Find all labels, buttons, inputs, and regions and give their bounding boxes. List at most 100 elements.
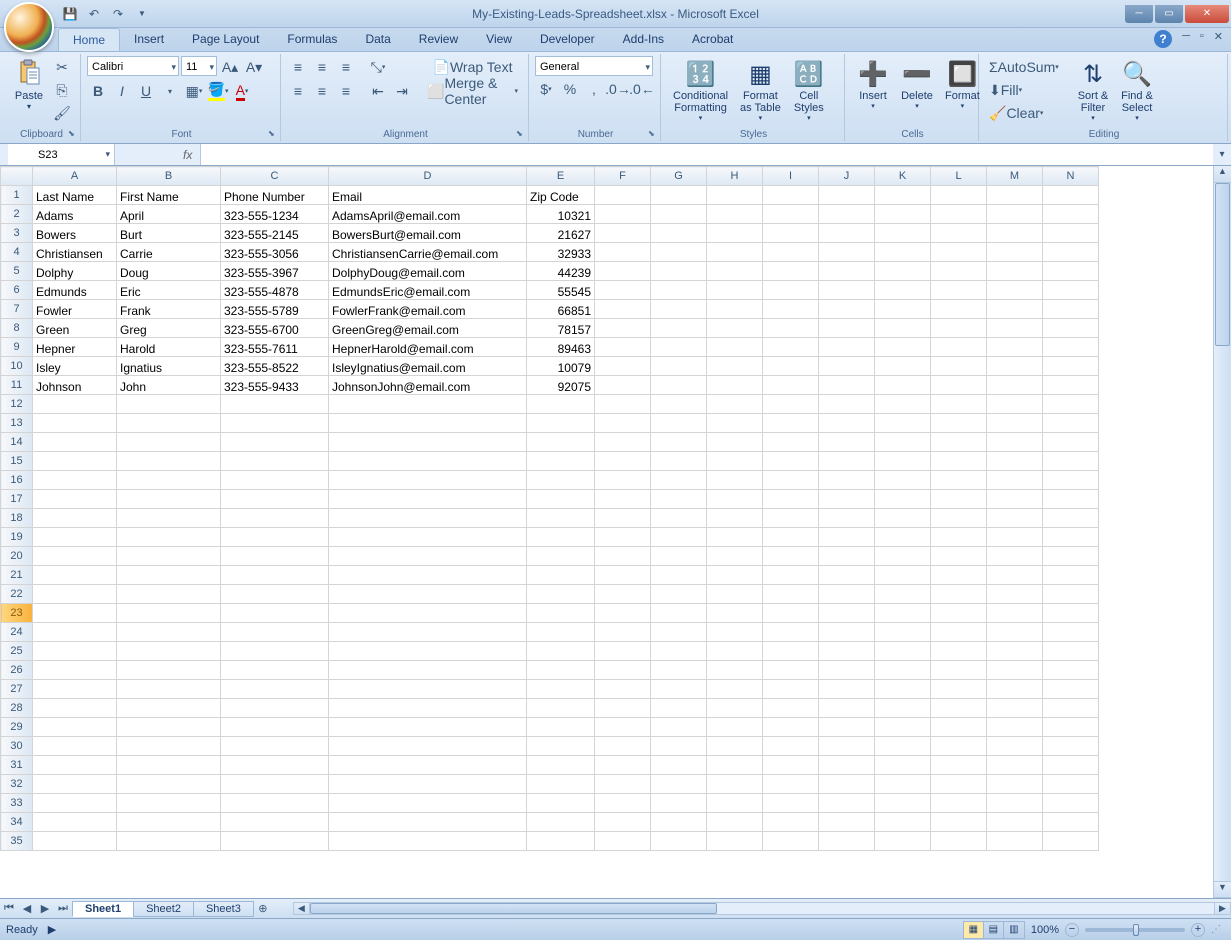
cell-G13[interactable] [651,414,707,433]
cell-G26[interactable] [651,661,707,680]
cell-L25[interactable] [931,642,987,661]
cell-E17[interactable] [527,490,595,509]
cell-E18[interactable] [527,509,595,528]
cell-L23[interactable] [931,604,987,623]
cell-J26[interactable] [819,661,875,680]
cell-A4[interactable]: Christiansen [33,243,117,262]
cell-H22[interactable] [707,585,763,604]
cell-M26[interactable] [987,661,1043,680]
cell-N29[interactable] [1043,718,1099,737]
cell-G20[interactable] [651,547,707,566]
cell-G27[interactable] [651,680,707,699]
row-header-29[interactable]: 29 [1,718,33,737]
number-format-combo[interactable]: General [535,56,653,76]
underline-dropdown-icon[interactable]: ▾ [159,80,181,102]
copy-icon[interactable]: ⎘ [51,79,73,101]
cell-I9[interactable] [763,338,819,357]
increase-decimal-icon[interactable]: .0→ [607,78,629,100]
cell-G6[interactable] [651,281,707,300]
cell-J17[interactable] [819,490,875,509]
cell-N17[interactable] [1043,490,1099,509]
cell-F23[interactable] [595,604,651,623]
cell-E21[interactable] [527,566,595,585]
scroll-left-icon[interactable]: ◀ [293,902,310,915]
row-header-16[interactable]: 16 [1,471,33,490]
cell-C34[interactable] [221,813,329,832]
cell-K12[interactable] [875,395,931,414]
cell-M17[interactable] [987,490,1043,509]
cell-A16[interactable] [33,471,117,490]
cell-K6[interactable] [875,281,931,300]
cell-L35[interactable] [931,832,987,851]
cell-D19[interactable] [329,528,527,547]
cell-K26[interactable] [875,661,931,680]
cell-E27[interactable] [527,680,595,699]
row-header-5[interactable]: 5 [1,262,33,281]
cell-L16[interactable] [931,471,987,490]
cell-I6[interactable] [763,281,819,300]
cell-B9[interactable]: Harold [117,338,221,357]
cell-I11[interactable] [763,376,819,395]
row-header-2[interactable]: 2 [1,205,33,224]
cell-C11[interactable]: 323-555-9433 [221,376,329,395]
cell-C18[interactable] [221,509,329,528]
cell-D25[interactable] [329,642,527,661]
cell-K11[interactable] [875,376,931,395]
cell-A2[interactable]: Adams [33,205,117,224]
cell-J14[interactable] [819,433,875,452]
cell-L7[interactable] [931,300,987,319]
cell-E6[interactable]: 55545 [527,281,595,300]
close-button[interactable]: ✕ [1185,5,1229,23]
cell-H34[interactable] [707,813,763,832]
cell-E9[interactable]: 89463 [527,338,595,357]
cell-F9[interactable] [595,338,651,357]
cell-D7[interactable]: FowlerFrank@email.com [329,300,527,319]
row-header-28[interactable]: 28 [1,699,33,718]
cell-C8[interactable]: 323-555-6700 [221,319,329,338]
cell-K25[interactable] [875,642,931,661]
cell-N24[interactable] [1043,623,1099,642]
cell-G29[interactable] [651,718,707,737]
col-header-J[interactable]: J [819,167,875,186]
cell-M5[interactable] [987,262,1043,281]
row-header-11[interactable]: 11 [1,376,33,395]
tab-home[interactable]: Home [58,28,120,51]
cell-A14[interactable] [33,433,117,452]
cell-E31[interactable] [527,756,595,775]
cell-D15[interactable] [329,452,527,471]
cell-A26[interactable] [33,661,117,680]
cell-H27[interactable] [707,680,763,699]
cell-G16[interactable] [651,471,707,490]
cell-N33[interactable] [1043,794,1099,813]
cell-I19[interactable] [763,528,819,547]
cell-J15[interactable] [819,452,875,471]
row-header-32[interactable]: 32 [1,775,33,794]
zoom-level[interactable]: 100% [1031,924,1059,936]
cell-E10[interactable]: 10079 [527,357,595,376]
cell-C3[interactable]: 323-555-2145 [221,224,329,243]
cell-G33[interactable] [651,794,707,813]
cell-N30[interactable] [1043,737,1099,756]
cell-J13[interactable] [819,414,875,433]
cell-J8[interactable] [819,319,875,338]
cell-G25[interactable] [651,642,707,661]
cell-L9[interactable] [931,338,987,357]
cell-G2[interactable] [651,205,707,224]
cell-C22[interactable] [221,585,329,604]
formula-input[interactable] [200,144,1213,165]
cell-A18[interactable] [33,509,117,528]
cell-A20[interactable] [33,547,117,566]
clear-button[interactable]: 🧹 Clear ▾ [985,102,1071,124]
sort-filter-button[interactable]: ⇅ Sort & Filter▾ [1071,56,1115,124]
cell-G7[interactable] [651,300,707,319]
cell-E28[interactable] [527,699,595,718]
cell-I16[interactable] [763,471,819,490]
format-as-table-button[interactable]: ▦ Format as Table▾ [734,56,787,124]
format-painter-icon[interactable]: 🖌 [51,102,73,124]
align-bottom-icon[interactable]: ≡ [335,56,357,78]
cell-A12[interactable] [33,395,117,414]
fx-icon[interactable]: fx [175,148,200,162]
cell-N14[interactable] [1043,433,1099,452]
cell-F10[interactable] [595,357,651,376]
cell-J12[interactable] [819,395,875,414]
